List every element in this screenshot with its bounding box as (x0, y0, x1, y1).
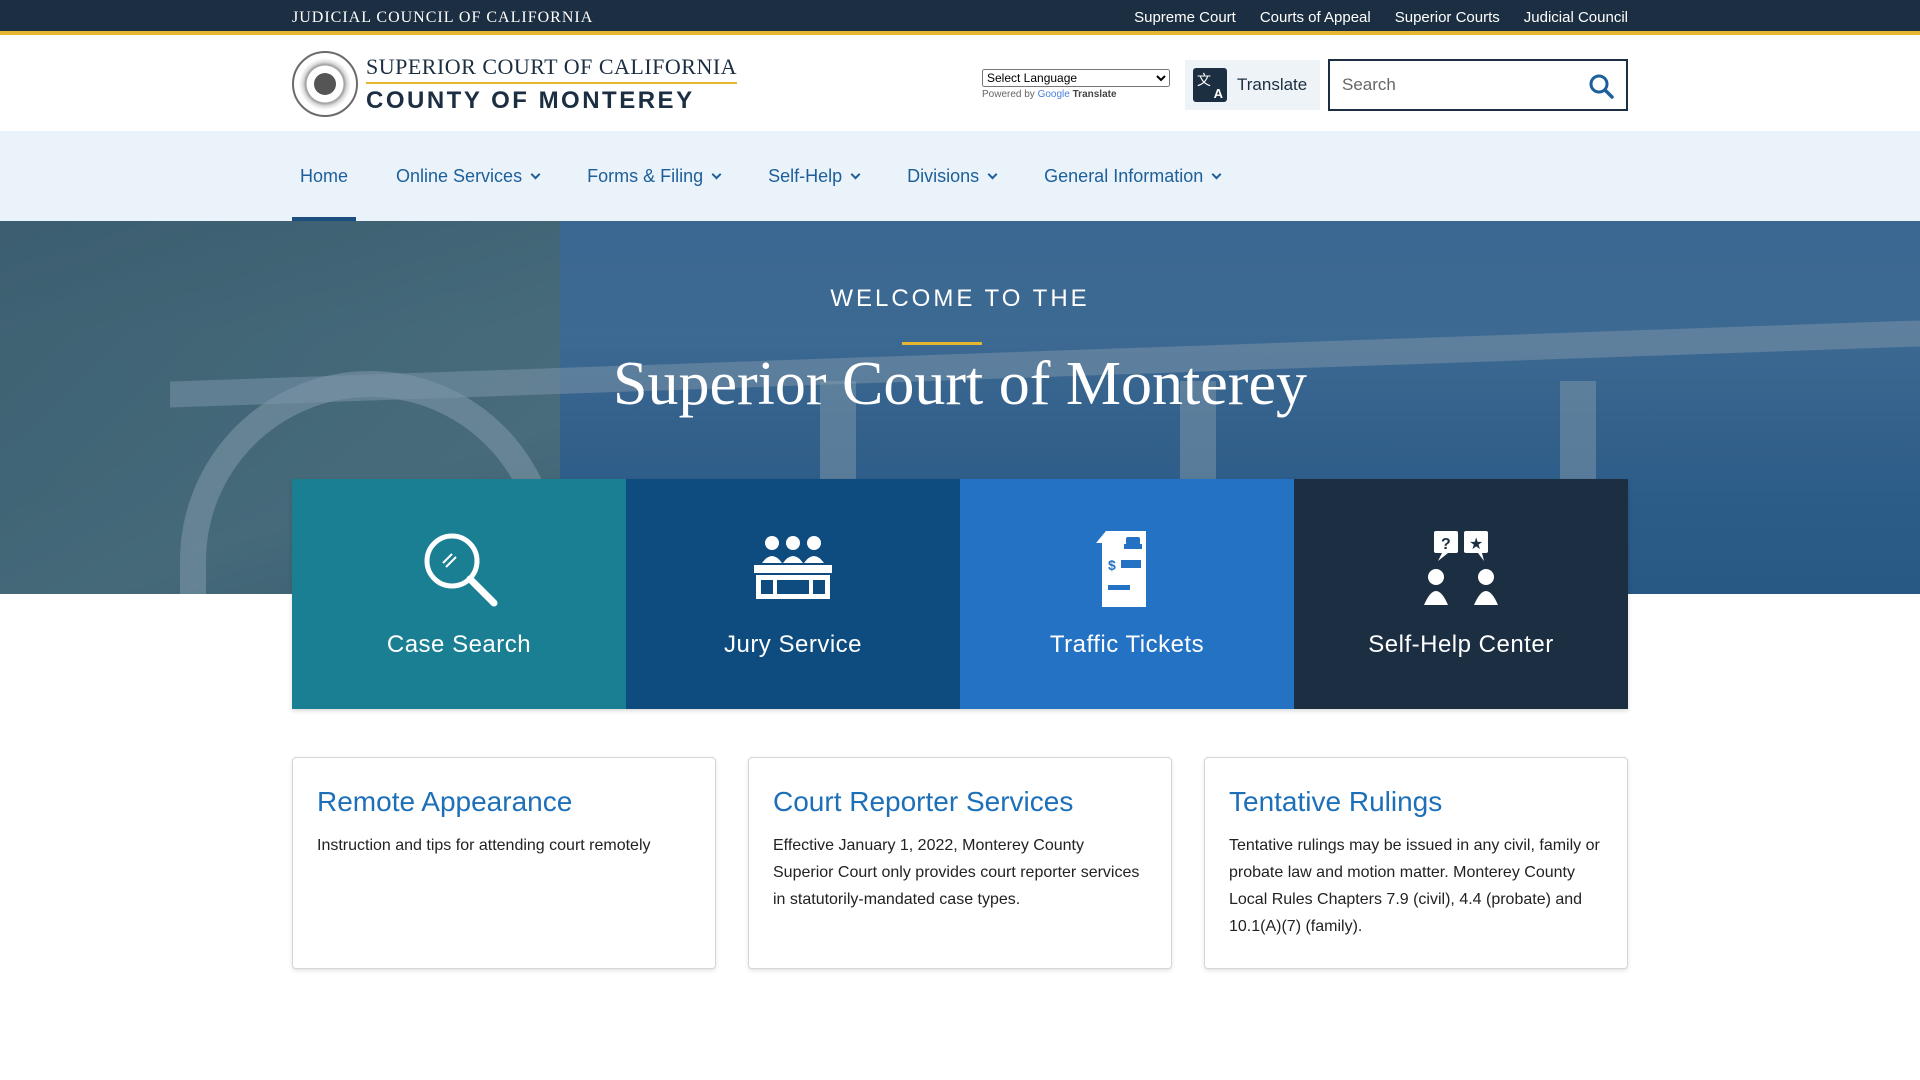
magnifier-icon (424, 533, 498, 607)
nav-item-label: Home (300, 165, 349, 186)
tile-label: Jury Service (723, 631, 863, 658)
card-remote-appearance: Remote Appearance Instruction and tips f… (292, 757, 716, 969)
nav-item-label: Online Services (396, 165, 523, 186)
svg-text:$: $ (1108, 557, 1116, 573)
nav-item-forms-filing[interactable]: Forms & Filing (579, 131, 728, 221)
site-header: Superior Court of California County of M… (0, 39, 1920, 131)
main-navigation: Home Online Services Forms & Filing Self… (0, 131, 1920, 221)
nav-item-self-help[interactable]: Self-Help (760, 131, 867, 221)
card-description: Effective January 1, 2022, Monterey Coun… (773, 837, 1140, 908)
google-label[interactable]: Google (1038, 89, 1070, 100)
svg-text:★: ★ (1469, 534, 1483, 553)
tile-traffic-tickets[interactable]: $ Traffic Tickets (960, 479, 1294, 709)
info-cards: Remote Appearance Instruction and tips f… (292, 757, 1628, 969)
card-title-link[interactable]: Remote Appearance (317, 786, 691, 818)
card-court-reporter-services: Court Reporter Services Effective Januar… (748, 757, 1172, 969)
quick-links: Case Search Jury Service $ Traffic Ticke… (292, 479, 1628, 709)
google-translate-widget: Select Language Powered by Google Transl… (982, 69, 1170, 100)
court-logo[interactable]: Superior Court of California County of M… (292, 51, 738, 117)
nav-item-general-information[interactable]: General Information (1036, 131, 1228, 221)
top-link-superior-courts[interactable]: Superior Courts (1395, 9, 1500, 26)
top-link-courts-of-appeal[interactable]: Courts of Appeal (1260, 9, 1371, 26)
tile-label: Case Search (386, 631, 532, 658)
top-links: Supreme Court Courts of Appeal Superior … (1134, 9, 1628, 26)
chevron-down-icon (987, 169, 998, 179)
search-box (1328, 59, 1628, 111)
svg-text:?: ? (1441, 536, 1451, 553)
powered-by-label: Powered by (982, 89, 1035, 100)
nav-item-label: Self-Help (768, 165, 843, 186)
help-conversation-icon: ? ★ (1424, 531, 1498, 605)
nav-item-divisions[interactable]: Divisions (899, 131, 1004, 221)
hero-title: Superior Court of Monterey (613, 350, 1307, 418)
tile-label: Self-Help Center (1368, 631, 1554, 658)
tile-label: Traffic Tickets (1049, 631, 1205, 658)
hero-divider (902, 342, 982, 345)
tile-case-search[interactable]: Case Search (292, 479, 626, 709)
powered-by-google: Powered by Google Translate (982, 89, 1170, 100)
translate-button[interactable]: 文A Translate (1185, 60, 1320, 110)
language-select[interactable]: Select Language (982, 69, 1170, 87)
hero-welcome: Welcome to the (830, 285, 1090, 312)
card-title-link[interactable]: Court Reporter Services (773, 786, 1147, 818)
search-input[interactable] (1342, 73, 1582, 97)
card-description: Tentative rulings may be issued in any c… (1229, 837, 1600, 935)
card-description: Instruction and tips for attending court… (317, 837, 651, 854)
search-icon[interactable] (1588, 73, 1614, 99)
translate-icon: 文A (1193, 68, 1227, 102)
tile-self-help-center[interactable]: ? ★ Self-Help Center (1294, 479, 1628, 709)
top-utility-bar: Judicial Council of California Supreme C… (0, 0, 1920, 35)
top-link-judicial-council[interactable]: Judicial Council (1524, 9, 1628, 26)
logo-line-1: Superior Court of California (366, 54, 738, 84)
nav-item-home[interactable]: Home (292, 131, 357, 221)
translate-button-label: Translate (1237, 75, 1308, 94)
judicial-council-brand[interactable]: Judicial Council of California (292, 9, 593, 27)
card-title-link[interactable]: Tentative Rulings (1229, 786, 1603, 818)
translate-word: Translate (1072, 89, 1117, 100)
tile-jury-service[interactable]: Jury Service (626, 479, 960, 709)
chevron-down-icon (530, 169, 541, 179)
logo-text: Superior Court of California County of M… (366, 54, 738, 115)
top-link-supreme-court[interactable]: Supreme Court (1134, 9, 1236, 26)
card-tentative-rulings: Tentative Rulings Tentative rulings may … (1204, 757, 1628, 969)
nav-item-label: Forms & Filing (587, 165, 704, 186)
logo-line-2: County of Monterey (366, 86, 695, 114)
nav-item-online-services[interactable]: Online Services (388, 131, 547, 221)
chevron-down-icon (850, 169, 861, 179)
traffic-ticket-icon: $ (1096, 531, 1146, 607)
nav-item-label: General Information (1044, 165, 1204, 186)
chevron-down-icon (1211, 169, 1222, 179)
chevron-down-icon (711, 169, 722, 179)
court-seal-icon (292, 51, 358, 117)
nav-item-label: Divisions (907, 165, 980, 186)
jury-box-icon (754, 536, 832, 599)
